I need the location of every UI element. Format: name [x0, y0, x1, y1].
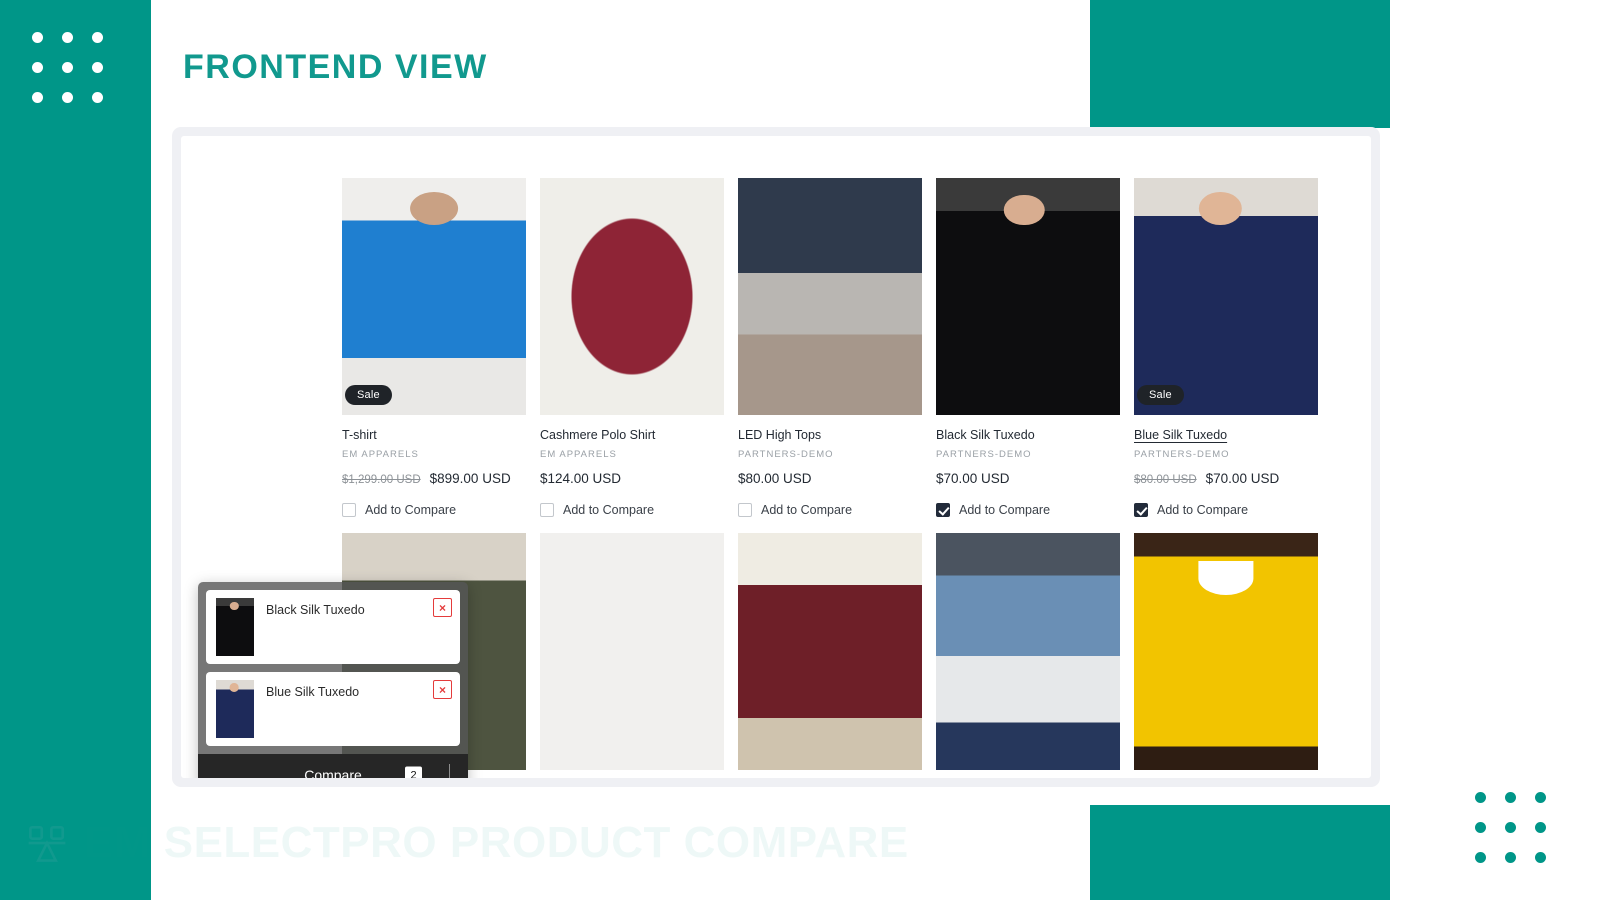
product-current-price: $124.00 USD: [540, 471, 622, 486]
compare-count-badge: 2: [405, 766, 422, 778]
add-to-compare-checkbox[interactable]: [738, 503, 752, 517]
product-image[interactable]: [540, 178, 724, 415]
screenshot-stage: FRONTEND VIEW EM SELECTPRO PRODUCT COMPA…: [0, 0, 1600, 900]
product-title[interactable]: LED High Tops: [738, 428, 922, 443]
add-to-compare-label: Add to Compare: [563, 503, 655, 517]
product-card[interactable]: Sale T-shirt EM APPARELS $1,299.00 USD $…: [342, 178, 526, 517]
product-card[interactable]: [540, 533, 724, 770]
decor-teal-top-right-block: [1090, 0, 1390, 128]
product-card[interactable]: [738, 533, 922, 770]
product-vendor: PARTNERS-DEMO: [738, 449, 834, 460]
dot-grid-white-icon: [22, 22, 112, 112]
product-image[interactable]: Sale: [1134, 178, 1318, 415]
product-card[interactable]: [1134, 533, 1318, 770]
product-title[interactable]: Black Silk Tuxedo: [936, 428, 1120, 443]
add-to-compare-label: Add to Compare: [1157, 503, 1249, 517]
product-photo: [936, 178, 1120, 415]
product-title[interactable]: Blue Silk Tuxedo: [1134, 428, 1318, 443]
product-vendor: PARTNERS-DEMO: [936, 449, 1032, 460]
product-price: $124.00 USD: [540, 471, 724, 486]
product-title[interactable]: Cashmere Polo Shirt: [540, 428, 724, 443]
add-to-compare-label: Add to Compare: [959, 503, 1051, 517]
compare-scale-icon: [26, 822, 68, 864]
chevron-down-icon[interactable]: [449, 764, 450, 778]
product-card[interactable]: Sale Blue Silk Tuxedo PARTNERS-DEMO $80.…: [1134, 178, 1318, 517]
status-badge: Sale: [1137, 385, 1184, 405]
add-to-compare-row[interactable]: Add to Compare: [936, 503, 1120, 517]
compare-item-photo: [216, 680, 254, 738]
product-image[interactable]: [936, 533, 1120, 770]
add-to-compare-row[interactable]: Add to Compare: [738, 503, 922, 517]
product-photo: [1134, 533, 1318, 770]
product-price: $70.00 USD: [936, 471, 1120, 486]
status-badge: Sale: [345, 385, 392, 405]
product-image[interactable]: Sale: [342, 178, 526, 415]
add-to-compare-checkbox[interactable]: [342, 503, 356, 517]
product-grid: Sale T-shirt EM APPARELS $1,299.00 USD $…: [342, 178, 1342, 770]
add-to-compare-row[interactable]: Add to Compare: [1134, 503, 1318, 517]
decor-teal-left-bar: [0, 0, 151, 900]
compare-item-thumbnail: [216, 680, 254, 738]
compare-tray-item[interactable]: Black Silk Tuxedo ×: [206, 590, 460, 664]
product-photo: [540, 178, 724, 415]
product-title[interactable]: T-shirt: [342, 428, 526, 443]
product-photo: [1134, 178, 1318, 415]
product-card[interactable]: Black Silk Tuxedo PARTNERS-DEMO $70.00 U…: [936, 178, 1120, 517]
compare-item-name: Blue Silk Tuxedo: [266, 685, 360, 699]
product-card[interactable]: LED High Tops PARTNERS-DEMO $80.00 USD A…: [738, 178, 922, 517]
compare-item-name: Black Silk Tuxedo: [266, 603, 365, 617]
product-photo: [936, 533, 1120, 770]
product-current-price: $70.00 USD: [1205, 471, 1280, 486]
compare-item-thumbnail: [216, 598, 254, 656]
product-price: $1,299.00 USD $899.00 USD: [342, 471, 526, 486]
add-to-compare-row[interactable]: Add to Compare: [540, 503, 724, 517]
product-vendor: EM APPARELS: [342, 449, 419, 460]
product-price: $80.00 USD $70.00 USD: [1134, 471, 1318, 486]
page-title: FRONTEND VIEW: [183, 48, 488, 86]
product-vendor: EM APPARELS: [540, 449, 617, 460]
product-current-price: $899.00 USD: [429, 471, 511, 486]
watermark-branding: EM SELECTPRO PRODUCT COMPARE: [26, 818, 909, 868]
compare-item-photo: [216, 598, 254, 656]
add-to-compare-checkbox[interactable]: [936, 503, 950, 517]
decor-teal-bottom-right-block: [1090, 805, 1390, 900]
product-card[interactable]: Cashmere Polo Shirt EM APPARELS $124.00 …: [540, 178, 724, 517]
product-photo: [540, 533, 724, 770]
storefront-canvas: Sale T-shirt EM APPARELS $1,299.00 USD $…: [181, 136, 1371, 778]
add-to-compare-label: Add to Compare: [365, 503, 457, 517]
product-image[interactable]: [540, 533, 724, 770]
product-photo: [738, 178, 922, 415]
compare-tray-item[interactable]: Blue Silk Tuxedo ×: [206, 672, 460, 746]
product-compare-at-price: $80.00 USD: [1134, 474, 1197, 486]
frontend-preview-frame: Sale T-shirt EM APPARELS $1,299.00 USD $…: [172, 127, 1380, 787]
product-photo: [738, 533, 922, 770]
product-price: $80.00 USD: [738, 471, 922, 486]
product-current-price: $70.00 USD: [936, 471, 1010, 486]
remove-icon[interactable]: ×: [433, 598, 452, 617]
add-to-compare-row[interactable]: Add to Compare: [342, 503, 526, 517]
compare-button-label: Compare: [304, 767, 362, 778]
watermark-text: EM SELECTPRO PRODUCT COMPARE: [84, 818, 909, 867]
compare-button[interactable]: Compare 2: [198, 754, 468, 778]
product-compare-at-price: $1,299.00 USD: [342, 474, 421, 486]
product-image[interactable]: [1134, 533, 1318, 770]
product-image[interactable]: [936, 178, 1120, 415]
add-to-compare-checkbox[interactable]: [540, 503, 554, 517]
product-card[interactable]: [936, 533, 1120, 770]
add-to-compare-label: Add to Compare: [761, 503, 853, 517]
remove-icon[interactable]: ×: [433, 680, 452, 699]
add-to-compare-checkbox[interactable]: [1134, 503, 1148, 517]
product-vendor: PARTNERS-DEMO: [1134, 449, 1230, 460]
compare-tray[interactable]: Black Silk Tuxedo × Blue Silk Tuxedo × C…: [198, 582, 468, 778]
dot-grid-teal-icon: [1465, 782, 1555, 872]
product-image[interactable]: [738, 533, 922, 770]
product-current-price: $80.00 USD: [738, 471, 812, 486]
product-image[interactable]: [738, 178, 922, 415]
product-photo: [342, 178, 526, 415]
